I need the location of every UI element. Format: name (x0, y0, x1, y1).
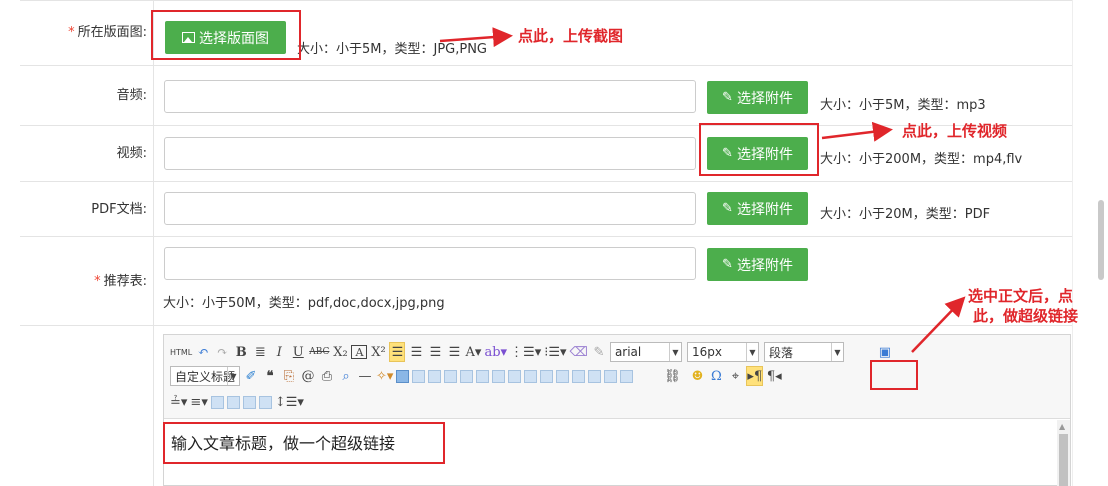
annotation-link-line2: 此，做超级链接 (973, 307, 1079, 325)
arrow-cover (439, 27, 513, 48)
annotation-arrows (439, 27, 966, 353)
annotation-upload-video: 点此，上传视频 (902, 122, 1008, 140)
annotation-upload-cover: 点此，上传截图 (518, 27, 624, 45)
arrow-video (821, 121, 893, 142)
attachment-upload-form: * 所在版面图: 选择版面图 大小：小于5M，类型：JPG,PNG 音频: ✎ 选… (0, 0, 1108, 486)
arrow-link (911, 296, 966, 353)
annotation-link-line1: 选中正文后，点 (968, 287, 1074, 305)
